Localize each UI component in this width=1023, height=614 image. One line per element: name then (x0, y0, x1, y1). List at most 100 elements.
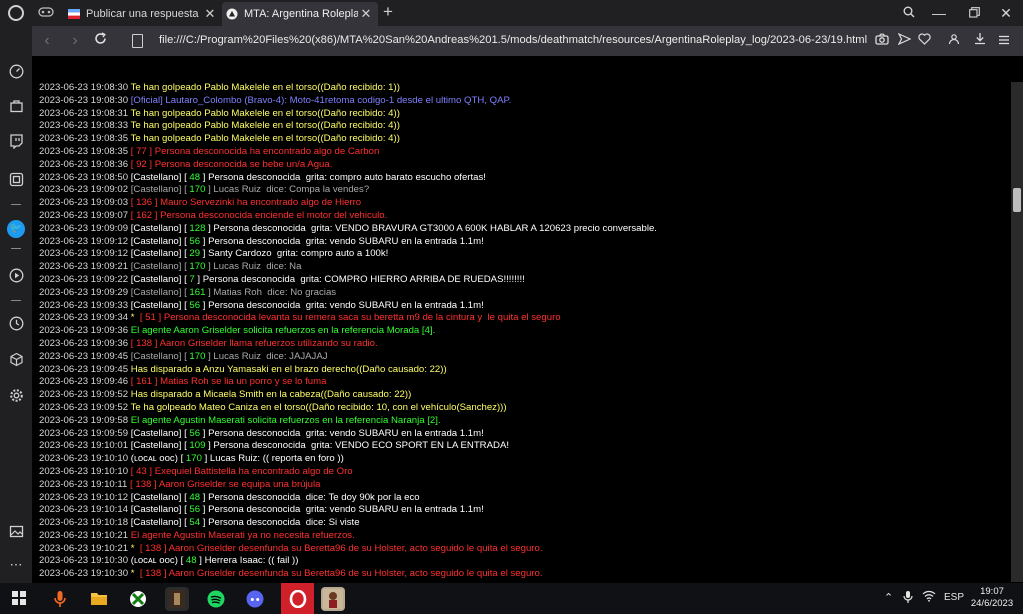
address-bar-row: ‹ › file:///C:/Program%20Files%20(x86)/M… (32, 26, 1023, 56)
gallery-icon[interactable] (7, 524, 25, 542)
bookmark-heart-icon[interactable] (916, 32, 932, 50)
speed-dial-icon[interactable] (7, 64, 25, 82)
log-timestamp: 2023-06-23 19:09:34 (39, 312, 129, 324)
log-timestamp: 2023-06-23 19:09:58 (39, 414, 129, 426)
wifi-icon[interactable] (922, 590, 936, 607)
log-line: 2023-06-23 19:10:21 * [ 138 ] Aaron Gris… (39, 543, 1007, 556)
log-text: ] Persona desconocida grita: VENDO BRAVU… (205, 222, 657, 234)
log-line: 2023-06-23 19:08:30 Te han golpeado Pabl… (39, 82, 1007, 95)
log-text: [Castellano] [ (128, 273, 190, 285)
opera-taskbar-icon[interactable] (281, 583, 314, 614)
windows-start-icon[interactable] (12, 591, 26, 605)
snapshot-icon[interactable] (7, 172, 25, 190)
game-launcher-icon[interactable] (321, 587, 345, 611)
download-icon[interactable] (972, 32, 988, 50)
log-text: [Castellano] [ (128, 184, 190, 196)
reload-button[interactable] (91, 32, 109, 50)
file-explorer-icon[interactable] (87, 587, 111, 611)
easy-setup-menu-icon[interactable] (996, 32, 1012, 50)
spotify-icon[interactable] (204, 587, 228, 611)
back-button[interactable]: ‹ (38, 32, 56, 50)
log-line: 2023-06-23 19:09:03 [ 136 ] Mauro Servez… (39, 197, 1007, 210)
log-text: 170 (189, 350, 206, 362)
xbox-icon[interactable] (126, 587, 150, 611)
profile-icon[interactable] (946, 32, 962, 50)
scrollbar-track[interactable] (1011, 82, 1023, 582)
log-text: ] Persona desconocida grita: vendo SUBAR… (200, 504, 484, 516)
shopping-bag-icon[interactable] (7, 98, 25, 116)
log-text: * (128, 568, 140, 580)
forum-favicon-icon (68, 9, 80, 19)
tab-publicar-respuesta[interactable]: Publicar una respuesta ✕ (64, 2, 222, 26)
discord-icon[interactable] (243, 587, 267, 611)
restore-window-button[interactable] (963, 3, 985, 23)
log-line: 2023-06-23 19:08:35 [ 77 ] Persona desco… (39, 146, 1007, 159)
log-text: ] Persona desconocida dice: Si viste (200, 517, 360, 529)
log-line: 2023-06-23 19:08:30 [Oficial] Lautaro_Co… (39, 95, 1007, 108)
log-timestamp: 2023-06-23 19:10:21 (39, 542, 129, 554)
snapshot-camera-icon[interactable] (874, 32, 890, 50)
forward-button[interactable]: › (66, 32, 84, 50)
minimize-window-button[interactable]: — (928, 3, 950, 23)
twitch-icon[interactable] (7, 134, 25, 152)
taskbar-clock[interactable]: 19:07 24/6/2023 (968, 586, 1016, 610)
log-text: [Castellano] [ (128, 440, 190, 452)
log-text: [Castellano] [ (128, 171, 190, 183)
game-app-icon[interactable] (165, 587, 189, 611)
log-line: 2023-06-23 19:08:31 Te han golpeado Pabl… (39, 108, 1007, 121)
close-tab-icon[interactable]: ✕ (358, 6, 374, 22)
log-timestamp: 2023-06-23 19:08:30 (39, 82, 129, 93)
log-text: [ 51 ] Persona desconocida levanta su re… (139, 312, 561, 324)
log-text: 54 (189, 517, 201, 529)
scrollbar-thumb[interactable] (1013, 188, 1021, 212)
twitter-icon[interactable]: 🐦 (7, 220, 25, 238)
log-timestamp: 2023-06-23 19:10:10 (39, 453, 129, 465)
log-line: 2023-06-23 19:10:30 * [ 138 ] Aaron Gris… (39, 568, 1007, 581)
log-text: 109 (189, 440, 206, 452)
show-hidden-icons-chevron-icon[interactable]: ⌃ (884, 590, 893, 606)
log-timestamp: 2023-06-23 19:08:35 (39, 133, 129, 145)
log-timestamp: 2023-06-23 19:09:07 (39, 209, 129, 221)
extensions-cube-icon[interactable] (7, 352, 25, 370)
opera-sidebar: 🐦 ⋯ (0, 26, 32, 583)
new-tab-button[interactable]: + (383, 3, 393, 21)
tab-islands-icon[interactable] (38, 6, 54, 18)
log-text: 48 (189, 491, 201, 503)
log-text: ] Persona desconocida grita: VENDO ECO S… (205, 440, 510, 452)
log-text: 48 (189, 171, 201, 183)
log-text: El agente Agustin Maserati ya no necesit… (128, 529, 355, 541)
log-line: 2023-06-23 19:09:52 Has disparado a Mica… (39, 389, 1007, 402)
log-text: ] Matias Roh dice: No gracias (205, 286, 337, 298)
log-timestamp: 2023-06-23 19:09:33 (39, 299, 129, 311)
microphone-app-icon[interactable] (48, 587, 72, 611)
log-line: 2023-06-23 19:08:33 Te han golpeado Pabl… (39, 120, 1007, 133)
input-language-indicator[interactable]: ESP (944, 590, 964, 606)
search-tabs-icon[interactable] (898, 3, 920, 23)
log-timestamp: 2023-06-23 19:10:12 (39, 491, 129, 503)
log-text: Has disparado a Anzu Yamasaki en el braz… (128, 363, 447, 375)
url-field[interactable]: file:///C:/Program%20Files%20(x86)/MTA%2… (159, 34, 867, 46)
log-timestamp: 2023-06-23 19:09:12 (39, 235, 129, 247)
log-text: Te han golpeado Pablo Makelele en el tor… (128, 120, 400, 132)
history-icon[interactable] (7, 316, 25, 334)
log-line: 2023-06-23 19:09:36 El agente Aaron Gris… (39, 325, 1007, 338)
settings-gear-icon[interactable] (7, 388, 25, 406)
log-text: ] Lucas Ruiz dice: Na (205, 261, 302, 273)
opera-menu-icon[interactable] (8, 5, 24, 21)
log-text: [ 162 ] Persona desconocida enciende el … (128, 209, 388, 221)
close-window-button[interactable]: ✕ (995, 3, 1017, 23)
more-options-icon[interactable]: ⋯ (7, 556, 25, 574)
log-timestamp: 2023-06-23 19:10:14 (39, 504, 129, 516)
close-tab-icon[interactable]: ✕ (202, 6, 218, 22)
log-text: [Castellano] [ (128, 491, 190, 503)
log-text: 56 (189, 235, 201, 247)
player-icon[interactable] (7, 268, 25, 286)
log-text: ] Lucas Ruiz dice: Compa la vendes? (205, 184, 370, 196)
log-text: [Castellano] [ (128, 286, 190, 298)
log-text: [Castellano] [ (128, 350, 190, 362)
page-info-icon[interactable] (132, 34, 143, 48)
log-timestamp: 2023-06-23 19:09:52 (39, 389, 129, 401)
send-to-flow-icon[interactable] (896, 32, 912, 50)
microphone-tray-icon[interactable] (903, 590, 913, 609)
tab-mta-argentina-roleplay[interactable]: MTA: Argentina Roleplay : ✕ (222, 2, 378, 26)
